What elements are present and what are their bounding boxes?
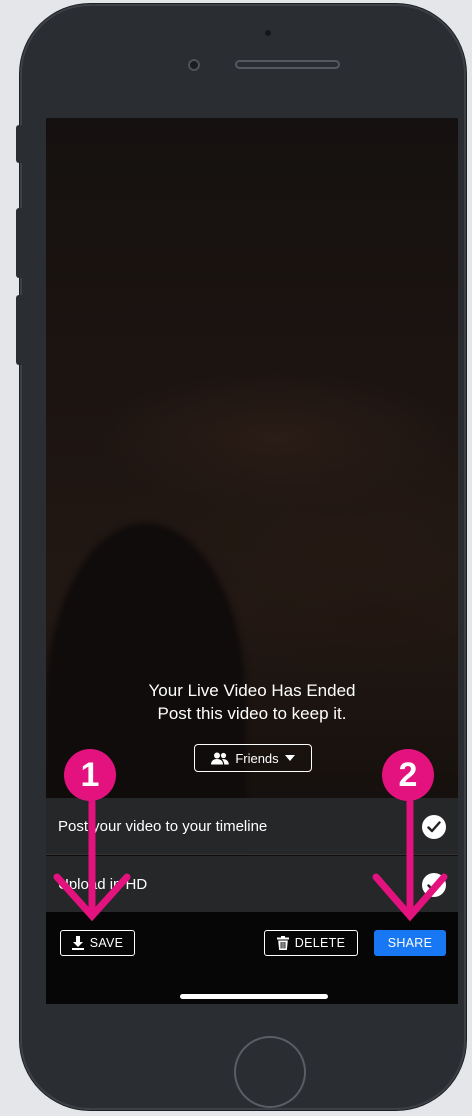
download-icon	[71, 936, 84, 950]
save-label: SAVE	[89, 936, 124, 950]
volume-down-button[interactable]	[16, 295, 22, 365]
silent-switch[interactable]	[16, 125, 22, 163]
earpiece-speaker	[235, 60, 340, 69]
step-1-badge: 1	[64, 749, 116, 801]
audience-selector[interactable]: Friends	[194, 744, 312, 772]
option-post-to-timeline[interactable]: Post your video to your timeline	[46, 798, 458, 855]
action-bar	[46, 912, 458, 1004]
front-camera	[188, 59, 200, 71]
option-upload-hd[interactable]: Upload in HD	[46, 856, 458, 913]
check-icon[interactable]	[422, 873, 446, 897]
save-button[interactable]: SAVE	[60, 930, 135, 956]
check-icon[interactable]	[422, 815, 446, 839]
caret-down-icon	[284, 754, 295, 761]
delete-label: DELETE	[294, 936, 346, 950]
friends-icon	[211, 752, 230, 764]
share-button[interactable]: SHARE	[374, 930, 446, 956]
audience-label: Friends	[235, 750, 279, 766]
trash-icon	[276, 936, 289, 950]
home-indicator	[180, 994, 328, 999]
volume-up-button[interactable]	[16, 208, 22, 278]
live-video-ended-screen: Your Live Video Has Ended Post this vide…	[46, 118, 458, 1004]
proximity-sensor	[265, 30, 271, 36]
ended-heading: Your Live Video Has Ended	[148, 681, 356, 700]
option-label: Post your video to your timeline	[58, 817, 268, 835]
ended-subheading: Post this video to keep it.	[157, 704, 347, 723]
option-label: Upload in HD	[58, 876, 148, 893]
home-button[interactable]	[234, 1036, 306, 1108]
delete-button[interactable]: DELETE	[264, 930, 358, 956]
step-2-badge: 2	[382, 749, 434, 801]
